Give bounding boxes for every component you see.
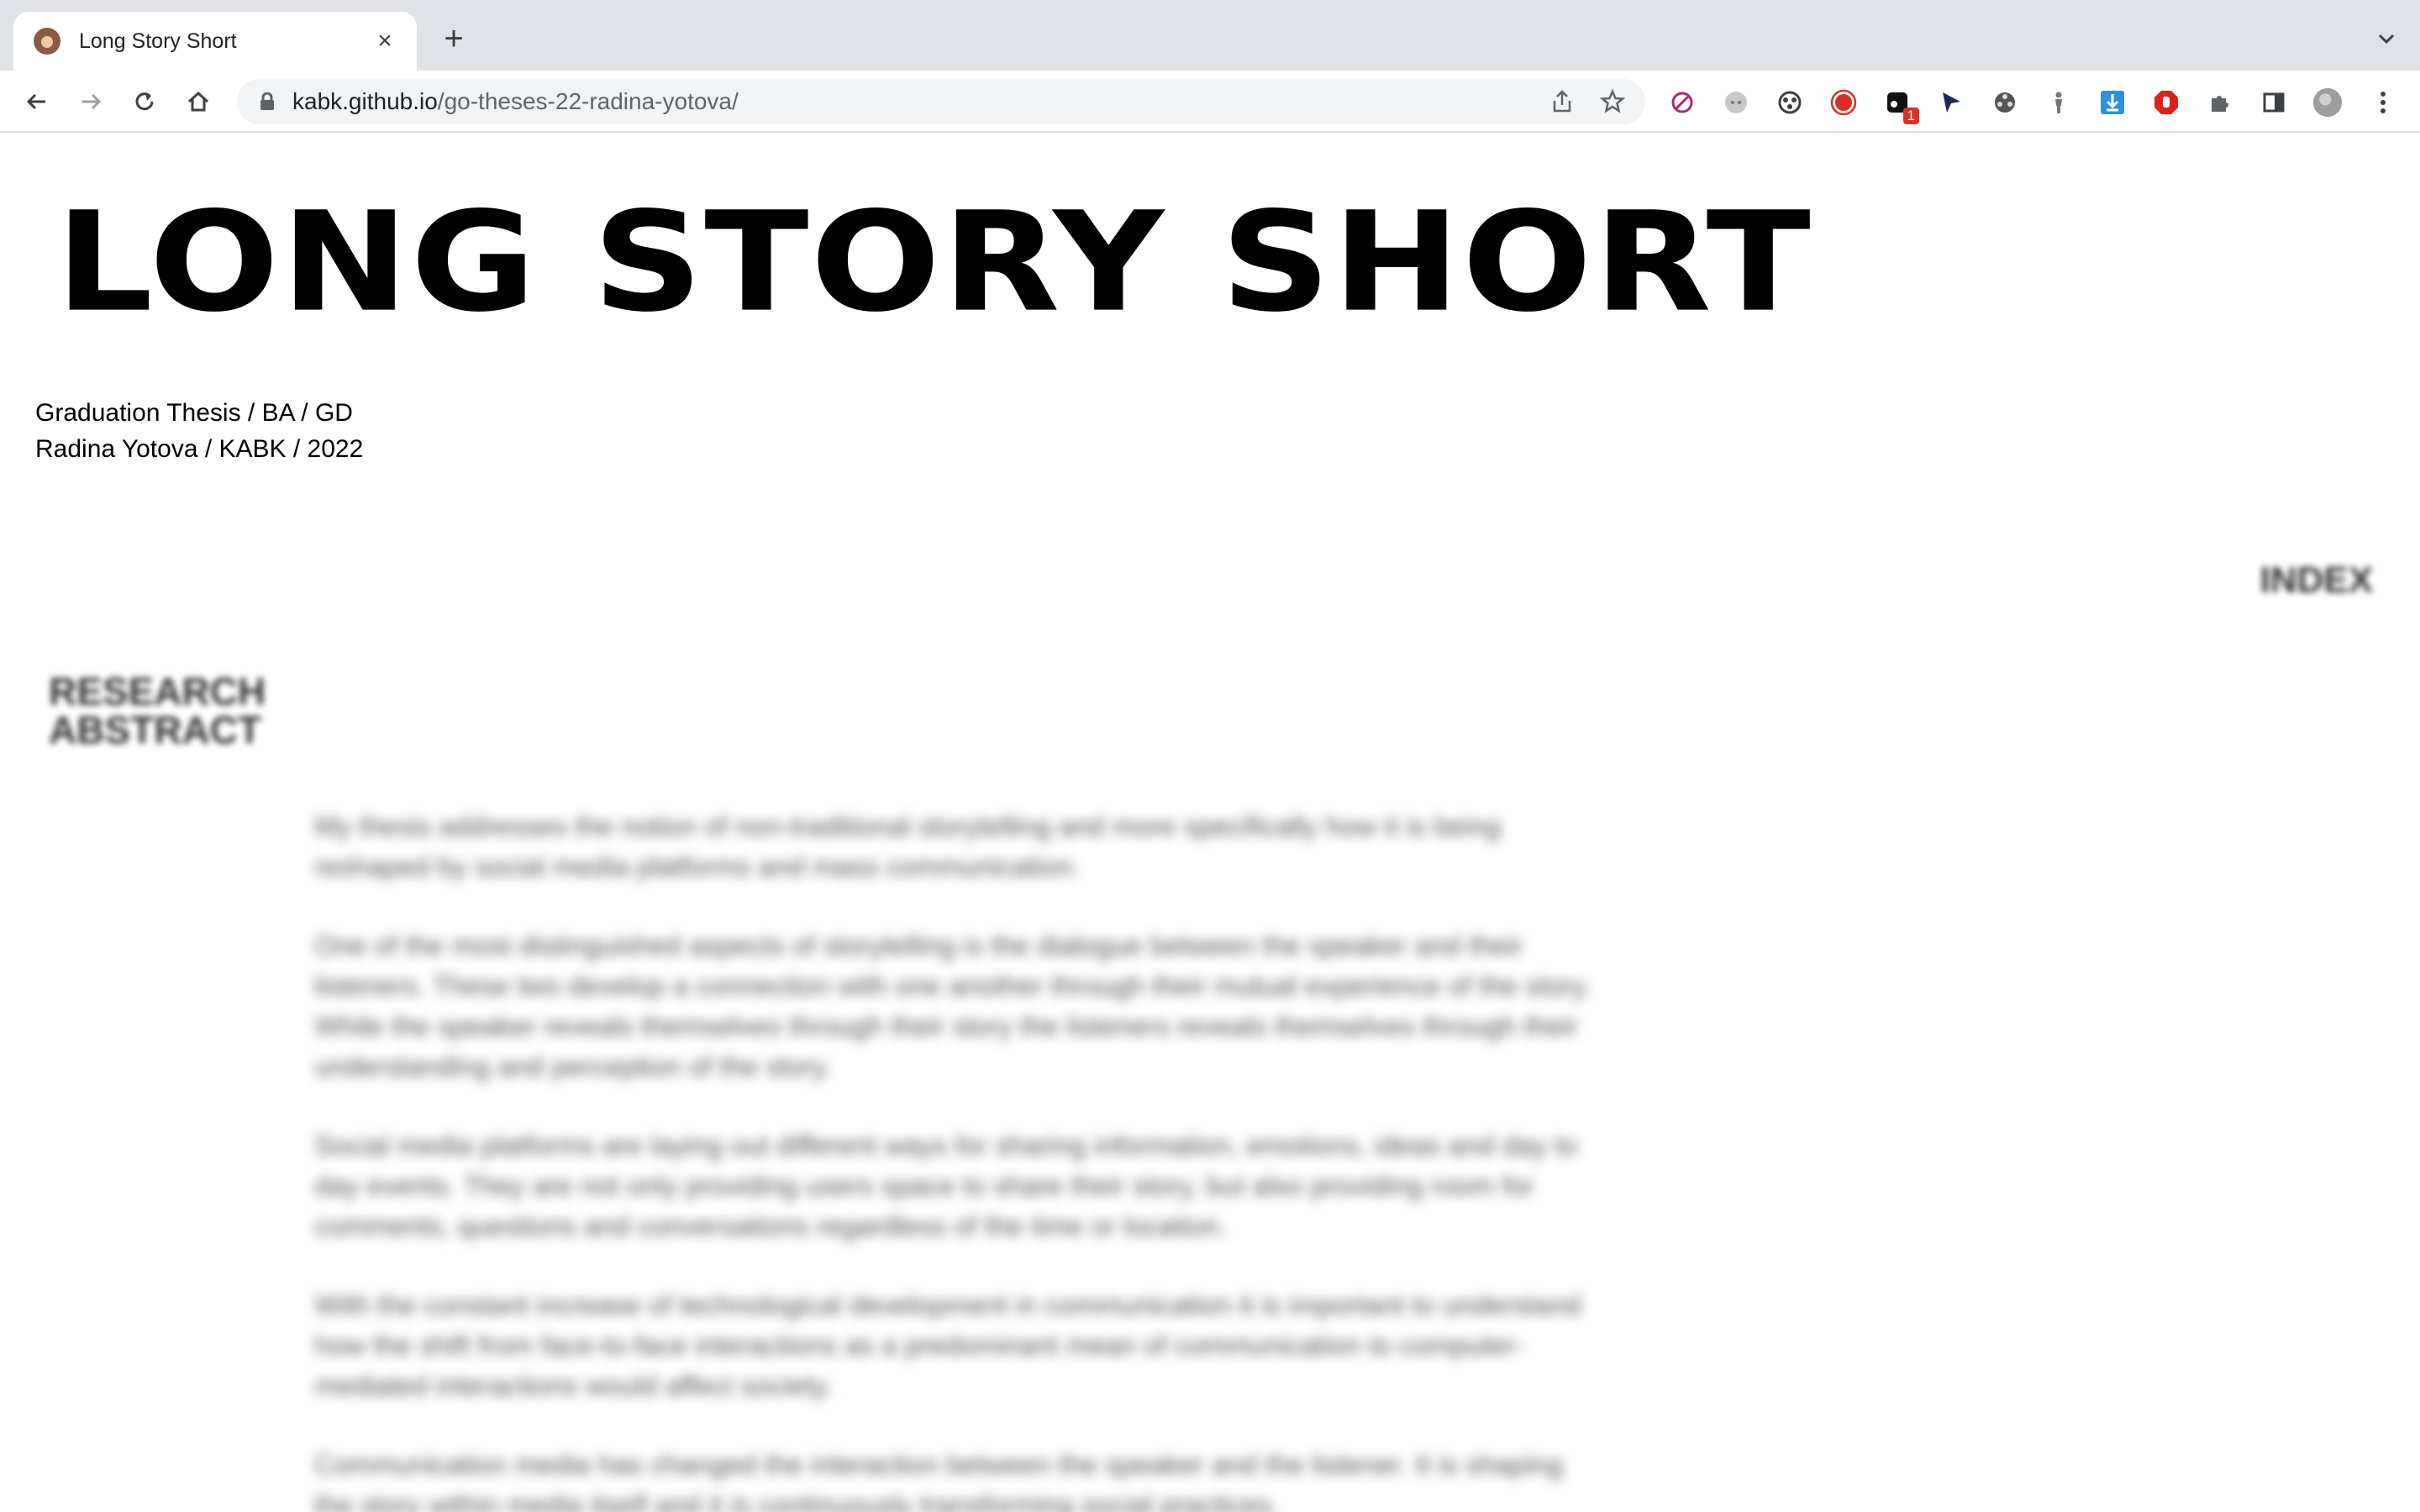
- meta-line-author: Radina Yotova / KABK / 2022: [35, 435, 364, 463]
- new-tab-button[interactable]: +: [437, 22, 471, 55]
- reload-icon[interactable]: [129, 87, 160, 117]
- thesis-meta: Graduation Thesis / BA / GD Radina Yotov…: [35, 395, 363, 467]
- side-panel-icon[interactable]: [2259, 87, 2289, 118]
- url-path: /go-theses-22-radina-yotova/: [437, 88, 739, 114]
- home-icon[interactable]: [183, 87, 213, 117]
- profile-avatar[interactable]: [2312, 87, 2343, 118]
- share-icon[interactable]: [1549, 89, 1575, 114]
- index-link[interactable]: INDEX: [2260, 559, 2373, 601]
- browser-toolbar: kabk.github.io/go-theses-22-radina-yotov…: [0, 71, 2420, 133]
- notification-icon[interactable]: 1: [1882, 87, 1919, 124]
- abstract-paragraph: Social media platforms are laying out di…: [314, 1130, 1578, 1242]
- close-tab-icon[interactable]: ×: [370, 26, 400, 56]
- url-text: kabk.github.io/go-theses-22-radina-yotov…: [292, 79, 739, 124]
- block-icon[interactable]: [1667, 87, 1697, 118]
- browser-tab[interactable]: Long Story Short ×: [13, 12, 417, 71]
- lock-icon[interactable]: [259, 92, 276, 111]
- notification-badge: 1: [1902, 108, 1919, 124]
- film-icon[interactable]: [1990, 87, 2020, 118]
- bookmark-star-icon[interactable]: [1599, 88, 1626, 114]
- forward-icon[interactable]: [76, 87, 106, 117]
- record-icon[interactable]: [1828, 87, 1859, 118]
- abstract-body: My thesis addresses the notion of non-tr…: [314, 806, 1608, 1512]
- meta-line-degree: Graduation Thesis / BA / GD: [35, 399, 353, 427]
- abstract-paragraph: One of the most distinguished aspects of…: [314, 930, 1591, 1082]
- tab-strip: Long Story Short × +: [0, 0, 2420, 71]
- download-icon[interactable]: [2097, 87, 2128, 118]
- section-heading: RESEARCH ABSTRACT: [49, 672, 266, 749]
- page-title: LONG STORY SHORT: [55, 181, 1812, 343]
- abstract-paragraph: Communication media has changed the inte…: [314, 1449, 1563, 1512]
- abstract-paragraph: My thesis addresses the notion of non-tr…: [314, 811, 1502, 882]
- chevron-down-icon[interactable]: [2373, 25, 2400, 52]
- address-bar[interactable]: kabk.github.io/go-theses-22-radina-yotov…: [237, 79, 1645, 124]
- abstract-paragraph: With the constant increase of technologi…: [314, 1289, 1581, 1401]
- tab-title: Long Story Short: [79, 29, 237, 53]
- puzzle-icon[interactable]: [2205, 87, 2235, 118]
- back-icon[interactable]: [22, 87, 52, 117]
- url-host: kabk.github.io: [292, 88, 438, 114]
- section-heading-line2: ABSTRACT: [49, 708, 261, 752]
- cursor-icon[interactable]: [1936, 87, 1966, 118]
- paw-icon[interactable]: [1775, 87, 1805, 118]
- person-icon[interactable]: [2044, 87, 2074, 118]
- favicon-icon: [34, 28, 60, 55]
- section-heading-line1: RESEARCH: [49, 669, 266, 713]
- stop-hand-icon[interactable]: [2151, 87, 2181, 118]
- page-content: LONG STORY SHORT Graduation Thesis / BA …: [0, 134, 2420, 1512]
- menu-kebab-icon[interactable]: [2368, 87, 2398, 118]
- dots-icon[interactable]: [1721, 87, 1751, 118]
